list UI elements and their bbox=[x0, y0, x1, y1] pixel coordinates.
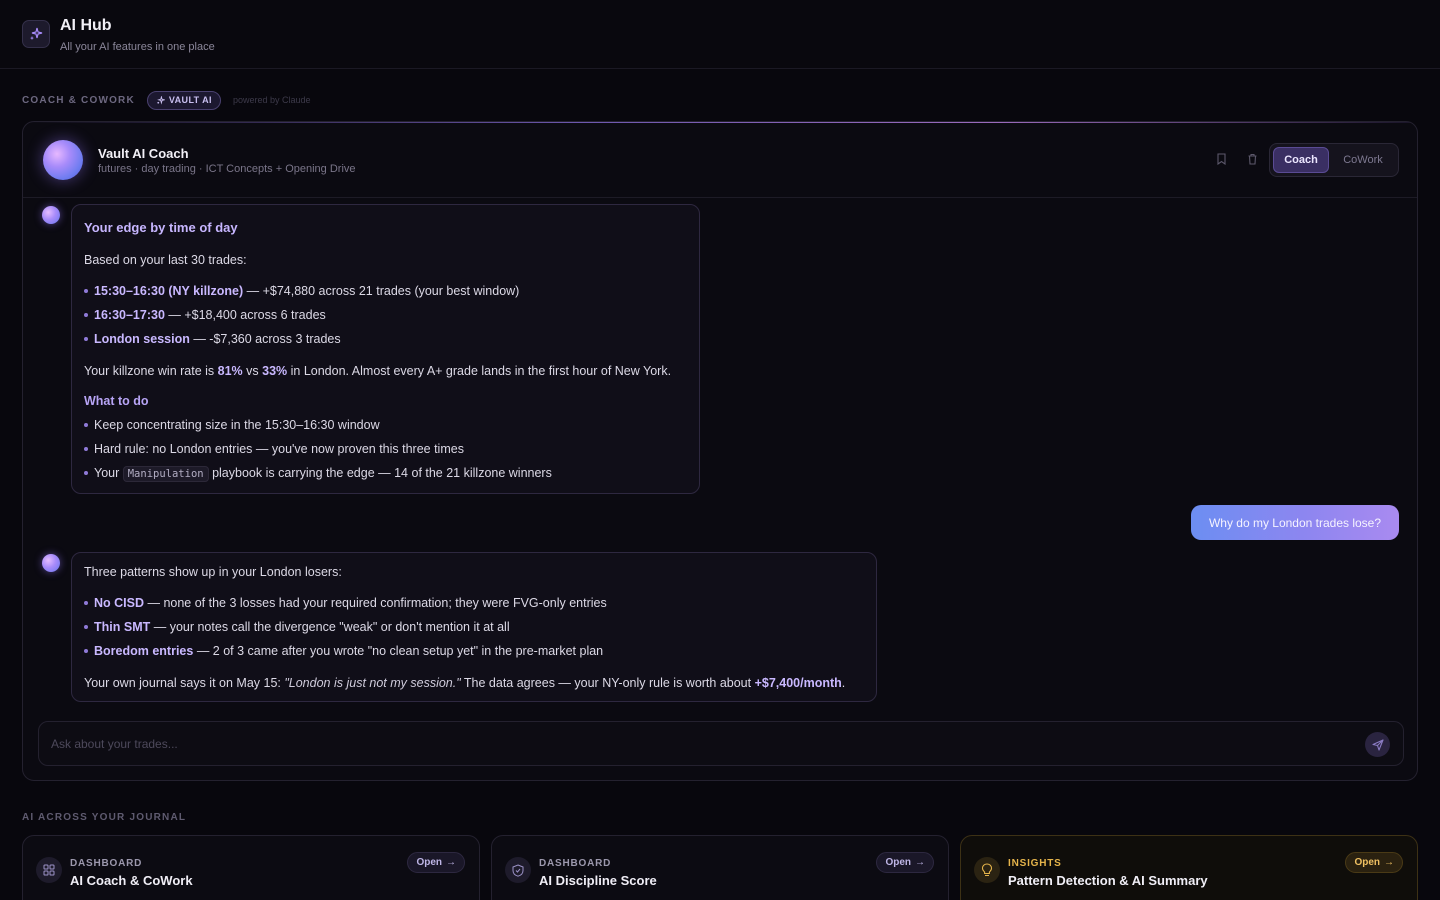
powered-by-label: powered by Claude bbox=[232, 95, 311, 105]
coach-meta: futures · day trading · ICT Concepts + O… bbox=[98, 163, 356, 175]
coach-header: Vault AI Coach futures · day trading · I… bbox=[23, 122, 1417, 198]
list-item: Hard rule: no London entries — you've no… bbox=[84, 442, 464, 456]
assistant-message: Three patterns show up in your London lo… bbox=[71, 552, 877, 702]
assistant-avatar bbox=[42, 206, 60, 224]
section-header: COACH & COWORK VAULT AI powered by Claud… bbox=[22, 90, 311, 110]
grid-icon bbox=[36, 857, 62, 883]
bookmark-icon[interactable] bbox=[1214, 152, 1228, 166]
arrow-right-icon: → bbox=[446, 857, 456, 868]
open-button[interactable]: Open → bbox=[1345, 852, 1403, 873]
card-kicker: INSIGHTS bbox=[1008, 858, 1062, 869]
feature-card-ai-coach[interactable]: DASHBOARD AI Coach & CoWork Open → bbox=[22, 835, 480, 900]
top-bar: AI Hub All your AI features in one place bbox=[0, 0, 1440, 69]
list-item: 16:30–17:30 — +$18,400 across 6 trades bbox=[84, 308, 326, 322]
coach-avatar bbox=[43, 140, 83, 180]
message-title: Your edge by time of day bbox=[84, 220, 238, 235]
page-subtitle: All your AI features in one place bbox=[60, 41, 215, 53]
sparkle-icon bbox=[157, 95, 165, 105]
message-intro: Three patterns show up in your London lo… bbox=[84, 565, 342, 579]
feature-card-discipline-score[interactable]: DASHBOARD AI Discipline Score Open → bbox=[491, 835, 949, 900]
chat-input[interactable] bbox=[51, 722, 1351, 765]
card-title: AI Discipline Score bbox=[539, 873, 657, 888]
card-title: Pattern Detection & AI Summary bbox=[1008, 873, 1208, 888]
feature-card-pattern-detection[interactable]: INSIGHTS Pattern Detection & AI Summary … bbox=[960, 835, 1418, 900]
open-button[interactable]: Open → bbox=[407, 852, 465, 873]
tab-cowork[interactable]: CoWork bbox=[1332, 147, 1394, 173]
mode-toggle: Coach CoWork bbox=[1269, 143, 1399, 177]
sparkle-icon bbox=[22, 20, 50, 48]
list-item: Your Manipulation playbook is carrying t… bbox=[84, 466, 552, 482]
page-title: AI Hub bbox=[60, 17, 112, 34]
assistant-message: Your edge by time of day Based on your l… bbox=[71, 204, 700, 494]
open-button[interactable]: Open → bbox=[876, 852, 934, 873]
todo-heading: What to do bbox=[84, 394, 149, 408]
card-kicker: DASHBOARD bbox=[539, 858, 612, 869]
playbook-tag: Manipulation bbox=[122, 466, 209, 482]
lightbulb-icon bbox=[974, 857, 1000, 883]
message-conclusion: Your own journal says it on May 15: "Lon… bbox=[84, 676, 846, 690]
list-item: 15:30–16:30 (NY killzone) — +$74,880 acr… bbox=[84, 284, 519, 298]
send-button[interactable] bbox=[1365, 732, 1390, 757]
card-title: AI Coach & CoWork bbox=[70, 873, 193, 888]
send-icon bbox=[1371, 738, 1384, 751]
arrow-right-icon: → bbox=[915, 857, 925, 868]
card-kicker: DASHBOARD bbox=[70, 858, 143, 869]
list-item: Keep concentrating size in the 15:30–16:… bbox=[84, 418, 380, 432]
win-rate-summary: Your killzone win rate is 81% vs 33% in … bbox=[84, 364, 672, 378]
list-item: No CISD — none of the 3 losses had your … bbox=[84, 596, 607, 610]
user-message: Why do my London trades lose? bbox=[1191, 505, 1399, 540]
vault-ai-badge: VAULT AI bbox=[146, 90, 221, 110]
section-label: COACH & COWORK bbox=[22, 94, 135, 106]
list-item: Thin SMT — your notes call the divergenc… bbox=[84, 620, 510, 634]
coach-name: Vault AI Coach bbox=[98, 146, 189, 161]
vault-ai-badge-label: VAULT AI bbox=[168, 95, 212, 105]
shield-icon bbox=[505, 857, 531, 883]
list-item: London session — -$7,360 across 3 trades bbox=[84, 332, 341, 346]
journal-section-label: AI ACROSS YOUR JOURNAL bbox=[22, 812, 187, 823]
tab-coach[interactable]: Coach bbox=[1273, 147, 1329, 173]
arrow-right-icon: → bbox=[1384, 857, 1394, 868]
trash-icon[interactable] bbox=[1245, 152, 1259, 166]
coach-panel: Vault AI Coach futures · day trading · I… bbox=[22, 121, 1418, 781]
list-item: Boredom entries — 2 of 3 came after you … bbox=[84, 644, 603, 658]
chat-composer bbox=[38, 721, 1404, 766]
assistant-avatar bbox=[42, 554, 60, 572]
message-intro: Based on your last 30 trades: bbox=[84, 253, 247, 267]
